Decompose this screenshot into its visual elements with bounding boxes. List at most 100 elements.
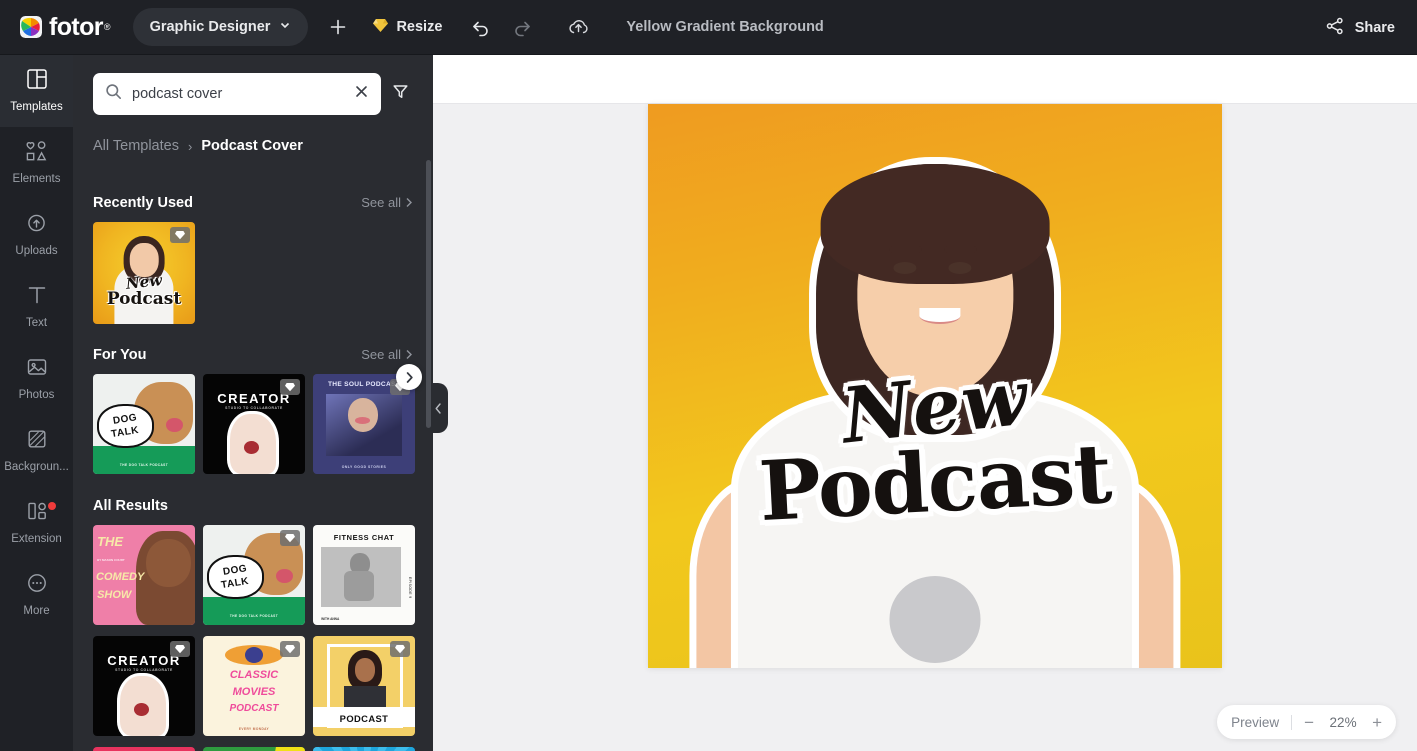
template-card-podcast-yellow[interactable]: PODCAST [313,636,415,736]
templates-grid-icon [26,68,48,95]
add-page-button[interactable] [320,9,356,45]
document-title[interactable]: Yellow Gradient Background [626,19,823,35]
all-results-row-2: CREATOR STUDIO TO COLLABORATE CLASSIC MO… [73,625,433,736]
fotor-wordmark: fotor [49,12,104,41]
template-card-blue-rays[interactable]: NEW PODCAST [313,747,415,751]
template-card-dog-talk[interactable]: DOG TALK THE DOG TALK PODCAST [203,525,305,625]
sidebar-item-label: Elements [12,172,61,185]
sidebar-item-label: Templates [10,101,63,114]
share-button[interactable]: Share [1325,0,1395,55]
template-card-soul-podcast[interactable]: THE SOUL PODCAST ONLY GOOD STORIES [313,374,415,474]
filter-button[interactable] [387,79,413,109]
sidebar-item-elements[interactable]: Elements [0,127,73,199]
sidebar-item-label: Photos [18,389,55,402]
zoom-out-button[interactable]: − [1304,714,1314,731]
canvas-toolbar [433,55,1417,104]
chevron-down-icon [279,19,291,35]
recently-used-row: New Podcast [73,211,433,324]
sidebar-item-photos[interactable]: Photos [0,343,73,415]
all-results-row-1: THE COMEDY SHOW BY MASON COURT DOG TALK [73,514,433,625]
sidebar-item-label: Extension [11,533,62,546]
clear-search-icon[interactable] [354,84,369,104]
mode-selector[interactable]: Graphic Designer [132,8,309,46]
thumb-text-line3: SHOW [97,589,132,601]
extension-icon [26,500,48,527]
search-box[interactable] [93,73,381,115]
template-card-creator[interactable]: CREATOR STUDIO TO COLLABORATE [93,636,195,736]
template-card-fitness-chat[interactable]: FITNESS CHAT EPISODE 9 WITH ANNA [313,525,415,625]
search-icon [105,83,122,105]
thumb-text-line1: THE [97,534,124,549]
template-card-green-yellow[interactable] [203,747,305,751]
extension-notification-badge [48,502,56,510]
fotor-registered-mark: ® [103,22,111,32]
search-row [73,55,433,115]
template-card-polka-pink[interactable] [93,747,195,751]
fotor-editor-app: fotor ® Graphic Designer Resize Yellow G… [0,0,1417,751]
thumb-text-side: EPISODE 9 [407,577,412,599]
breadcrumb: All Templates › Podcast Cover [73,115,433,154]
see-all-label: See all [361,195,401,210]
see-all-recently-used[interactable]: See all [361,195,413,210]
chevron-right-icon [406,198,412,207]
breadcrumb-current: Podcast Cover [201,138,303,154]
shapes-icon [25,140,48,167]
resize-button[interactable]: Resize [368,18,446,37]
redo-button[interactable] [504,9,540,45]
text-t-icon [26,284,48,311]
fotor-logo[interactable]: fotor ® [20,12,111,41]
template-thumb-art: THE COMEDY SHOW BY MASON COURT [93,525,195,625]
zoom-level-value: 22% [1329,714,1357,730]
sidebar-item-uploads[interactable]: Uploads [0,199,73,271]
template-thumb-art: FITNESS CHAT EPISODE 9 WITH ANNA [313,525,415,625]
sidebar-item-background[interactable]: Backgroun... [0,415,73,487]
sidebar-item-label: Text [25,317,48,330]
breadcrumb-root[interactable]: All Templates [93,138,179,154]
thumb-text-line3: PODCAST [229,703,279,714]
for-you-next-button[interactable] [396,364,422,390]
thumb-text-title: FITNESS CHAT [333,533,395,542]
see-all-for-you[interactable]: See all [361,347,413,362]
top-bar: fotor ® Graphic Designer Resize Yellow G… [0,0,1417,55]
share-button-label: Share [1354,19,1395,36]
premium-diamond-icon [170,641,190,657]
template-card-creator[interactable]: CREATOR STUDIO TO COLLABORATE [203,374,305,474]
share-nodes-icon [1325,16,1345,40]
for-you-row: DOG TALK THE DOG TALK PODCAST CREATOR ST… [73,363,433,474]
sidebar-item-more[interactable]: More [0,559,73,631]
undo-button[interactable] [462,9,498,45]
template-card-classic-movies[interactable]: CLASSIC MOVIES PODCAST EVERY MONDAY [203,636,305,736]
design-canvas[interactable]: New Podcast [648,104,1222,668]
search-input[interactable] [132,86,344,102]
sidebar-item-text[interactable]: Text [0,271,73,343]
preview-button[interactable]: Preview [1231,715,1279,730]
template-thumb-art [203,747,305,751]
thumb-text-sub: EVERY MONDAY [238,727,270,731]
section-all-results-header: All Results [73,474,433,514]
resize-button-label: Resize [396,19,443,35]
section-title: Recently Used [93,195,193,211]
diamond-icon [372,18,389,37]
premium-diamond-icon [390,641,410,657]
template-card-comedy-show[interactable]: THE COMEDY SHOW BY MASON COURT [93,525,195,625]
sidebar-item-extension[interactable]: Extension [0,487,73,559]
thumb-text-line2: MOVIES [232,686,276,698]
templates-scroll-area: Recently Used See all New Podcast For Yo… [73,177,433,751]
templates-panel: All Templates › Podcast Cover Recently U… [73,55,433,751]
template-thumb-art: NEW PODCAST [313,747,415,751]
chevron-right-icon [406,371,413,383]
cloud-save-button[interactable] [560,9,596,45]
collapse-panel-button[interactable] [428,383,448,433]
thumb-text-sub: ONLY GOOD STORIES [341,465,387,469]
template-card-new-podcast[interactable]: New Podcast [93,222,195,324]
premium-diamond-icon [170,227,190,243]
work-area: New Podcast Preview − 22% + [433,55,1417,751]
section-for-you-header: For You See all [73,324,433,363]
zoom-in-button[interactable]: + [1372,714,1382,731]
premium-diamond-icon [280,530,300,546]
template-card-dog-talk[interactable]: DOG TALK THE DOG TALK PODCAST [93,374,195,474]
chevron-left-icon [435,402,441,414]
panel-scrollbar[interactable] [426,160,431,428]
sidebar-item-templates[interactable]: Templates [0,55,73,127]
background-icon [26,428,48,455]
